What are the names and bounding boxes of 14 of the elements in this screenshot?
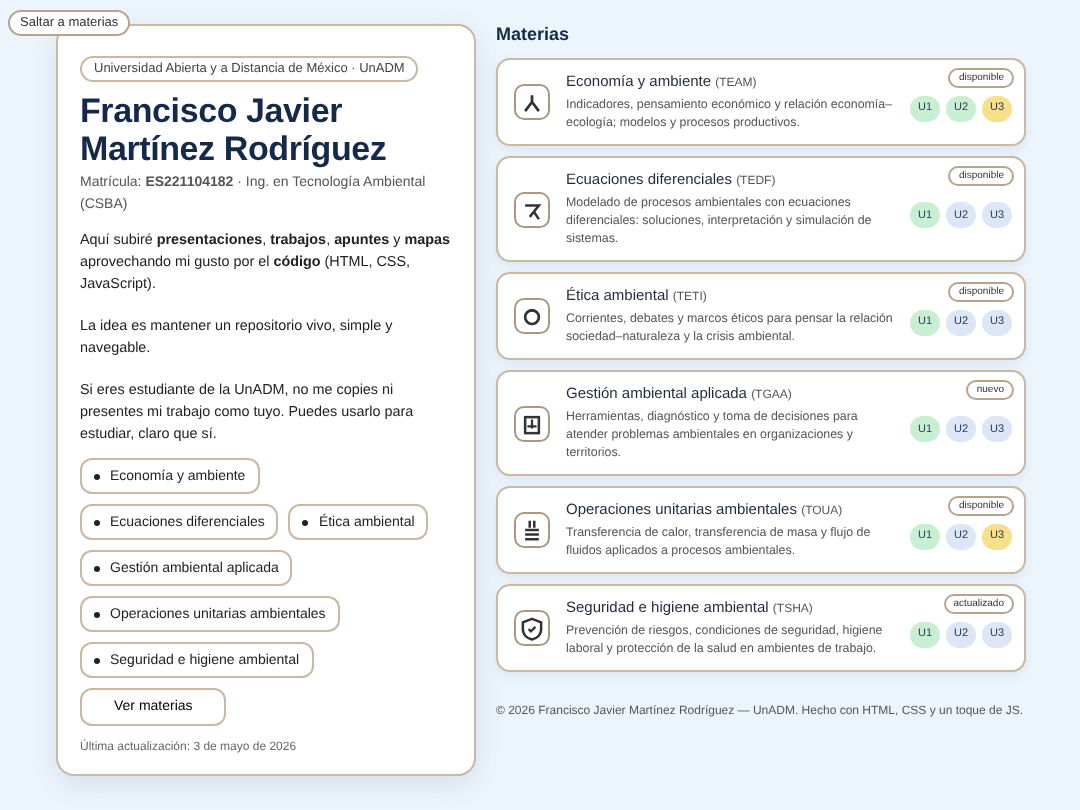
subject-icon	[514, 512, 550, 548]
subject-icon	[514, 610, 550, 646]
bullet-icon	[94, 519, 100, 525]
subject-icon	[514, 191, 550, 227]
bullet-icon	[94, 565, 100, 571]
subject-icon	[514, 298, 550, 334]
bullet-icon	[94, 657, 100, 663]
bullet-icon	[94, 473, 100, 479]
subject-icon	[514, 405, 550, 441]
section-heading: Materias	[496, 24, 572, 44]
profile-name: Francisco Javier Martínez Rodríguez	[80, 92, 389, 168]
bullet-icon	[302, 519, 309, 525]
bullet-icon	[94, 611, 100, 617]
subject-icon	[514, 84, 550, 120]
